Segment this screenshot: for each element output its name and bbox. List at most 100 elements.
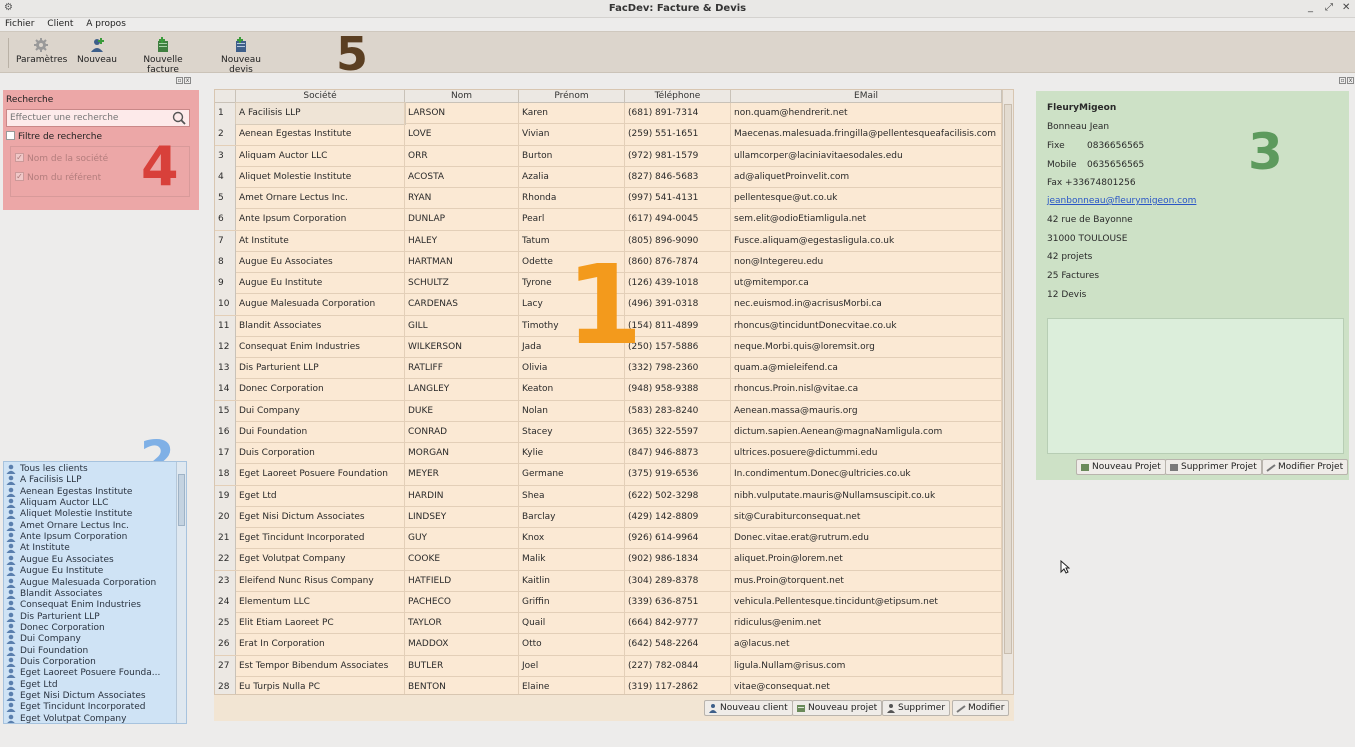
row-number: 1 — [215, 103, 236, 124]
settings-button[interactable]: Paramètres — [16, 37, 67, 65]
client-list-item[interactable]: Augue Malesuada Corporation — [6, 578, 156, 588]
client-list-item[interactable]: Eget Tincidunt Incorporated — [6, 702, 145, 713]
table-row[interactable]: 2 Aenean Egestas Institute LOVE Vivian (259)… — [215, 124, 1002, 146]
client-list-item[interactable]: Blandit Associates — [6, 589, 102, 599]
table-cell: CARDENAS — [405, 294, 519, 316]
table-row[interactable]: 28 Eu Turpis Nulla PC BENTON Elaine (319) 11… — [215, 676, 1002, 694]
client-list-item[interactable]: Dui Foundation — [6, 646, 88, 656]
new-client-action-button[interactable]: Nouveau client — [704, 700, 793, 716]
client-list-item[interactable]: Consequat Enim Industries — [6, 600, 141, 611]
client-list-item[interactable]: Eget Laoreet Posuere Founda... — [6, 668, 160, 679]
table-cell: ORR — [405, 145, 519, 167]
client-list-item[interactable]: A Facilisis LLP — [6, 475, 82, 486]
user-icon — [6, 646, 16, 656]
filter-company-option[interactable]: ✓ Nom de la société — [15, 153, 108, 164]
table-row[interactable]: 25 Elit Etiam Laoreet PC TAYLOR Quail (664) … — [215, 613, 1002, 635]
minimize-icon[interactable]: _ — [1308, 2, 1313, 13]
row-number: 18 — [215, 464, 236, 486]
table-cell: (583) 283-8240 — [625, 400, 731, 422]
table-row[interactable]: 19 Eget Ltd HARDIN Shea (622) 502-3298 nibh.v… — [215, 485, 1002, 507]
column-header[interactable]: Nom — [405, 90, 519, 103]
table-row[interactable]: 21 Eget Tincidunt Incorporated GUY Knox (926… — [215, 528, 1002, 550]
client-list-scrollbar[interactable] — [176, 462, 186, 723]
client-name: Consequat Enim Industries — [20, 600, 141, 611]
table-cell: ligula.Nullam@risus.com — [731, 655, 1002, 677]
client-list-item[interactable]: Amet Ornare Lectus Inc. — [6, 521, 129, 531]
table-row[interactable]: 5 Amet Ornare Lectus Inc. RYAN Rhonda (997) … — [215, 188, 1002, 210]
table-row[interactable]: 26 Erat In Corporation MADDOX Otto (642) 548… — [215, 634, 1002, 656]
filter-referent-option[interactable]: ✓ Nom du référent — [15, 172, 101, 183]
table-cell: Nolan — [519, 400, 625, 422]
search-input[interactable] — [10, 111, 170, 125]
scrollbar-thumb[interactable] — [178, 474, 185, 526]
table-row[interactable]: 1A Facilisis LLP LARSON Karen (681) 891-731… — [215, 102, 1002, 125]
table-cell: rhoncus@tinciduntDonecvitae.co.uk — [731, 315, 1002, 337]
new-project-button[interactable]: Nouveau projet — [792, 700, 883, 716]
new-client-button[interactable]: Nouveau — [76, 37, 118, 65]
edit-button[interactable]: Modifier — [952, 700, 1010, 716]
new-quote-button[interactable]: Nouveau devis — [208, 37, 274, 75]
client-list-item[interactable]: Augue Eu Associates — [6, 554, 114, 565]
table-cell: nibh.vulputate.mauris@Nullamsuscipit.co.… — [731, 485, 1002, 507]
new-invoice-button[interactable]: Nouvelle facture — [127, 37, 199, 75]
client-list-all[interactable]: Tous les clients — [6, 464, 88, 474]
close-icon[interactable]: ✕ — [1342, 2, 1350, 13]
menu-client[interactable]: Client — [47, 18, 73, 31]
left-dock-controls[interactable]: ▫ x — [175, 76, 191, 84]
column-header[interactable]: EMail — [731, 90, 1002, 103]
client-list-item[interactable]: Dis Parturient LLP — [6, 612, 100, 622]
table-scrollbar[interactable] — [1002, 90, 1013, 694]
table-row[interactable]: 24 Elementum LLC PACHECO Griffin (339) 636-8… — [215, 591, 1002, 614]
row-number: 24 — [215, 591, 236, 613]
client-list-item[interactable]: Eget Ltd — [6, 680, 58, 690]
table-row[interactable]: 3 Aliquam Auctor LLC ORR Burton (972) 981-15… — [215, 145, 1002, 167]
client-list-item[interactable]: At Institute — [6, 543, 70, 554]
table-row[interactable]: 6 Ante Ipsum Corporation DUNLAP Pearl (617) … — [215, 209, 1002, 231]
column-header[interactable]: Téléphone — [625, 90, 731, 103]
delete-button[interactable]: Supprimer — [882, 700, 951, 716]
project-list-area[interactable] — [1047, 318, 1344, 454]
table-cell: Kylie — [519, 443, 625, 464]
client-list-item[interactable]: Augue Eu Institute — [6, 566, 103, 577]
table-cell: Elaine — [519, 676, 625, 694]
client-name: Augue Eu Associates — [20, 554, 114, 565]
table-row[interactable]: 17 Duis Corporation MORGAN Kylie (847) 946-8… — [215, 443, 1002, 465]
maximize-icon[interactable]: ⤢ — [1325, 2, 1333, 13]
detail-email-link[interactable]: jeanbonneau@fleurymigeon.com — [1047, 196, 1196, 206]
scrollbar-thumb[interactable] — [1004, 104, 1012, 654]
table-row[interactable]: 27 Est Tempor Bibendum Associates BUTLER Jo… — [215, 655, 1002, 677]
client-list-item[interactable]: Duis Corporation — [6, 657, 96, 667]
new-project-detail-button[interactable]: Nouveau Projet — [1076, 459, 1166, 475]
table-row[interactable]: 4 Aliquet Molestie Institute ACOSTA Azalia(… — [215, 166, 1002, 189]
table-cell: Barclay — [519, 506, 625, 528]
client-list-item[interactable]: Eget Volutpat Company — [7, 714, 126, 723]
search-icon[interactable] — [171, 111, 187, 126]
client-list-item[interactable]: Aliquam Auctor LLC — [6, 498, 108, 509]
client-list-item[interactable]: Donec Corporation — [6, 623, 105, 633]
annotation-3: 3 — [1248, 123, 1283, 181]
table-row[interactable]: 20 Eget Nisi Dictum Associates LINDSEY Barc… — [215, 506, 1002, 529]
column-header[interactable]: Société — [236, 90, 405, 103]
table-cell: COOKE — [405, 549, 519, 571]
table-row[interactable]: 23 Eleifend Nunc Risus Company HATFIELD Kai… — [215, 570, 1002, 592]
client-list-item[interactable]: Eget Nisi Dictum Associates — [6, 691, 146, 701]
client-list-item[interactable]: Aliquet Molestie Institute — [6, 509, 132, 520]
table-row[interactable]: 22 Eget Volutpat Company COOKE Malik (902) 9… — [215, 549, 1002, 571]
delete-project-button[interactable]: Supprimer Projet — [1165, 459, 1262, 475]
toolbar-grip[interactable] — [8, 38, 10, 68]
table-row[interactable]: 15 Dui Company DUKE Nolan (583) 283-8240 Aene… — [215, 400, 1002, 422]
client-list-item[interactable]: Ante Ipsum Corporation — [6, 532, 127, 543]
table-row[interactable]: 16 Dui Foundation CONRAD Stacey (365) 322-55… — [215, 421, 1002, 444]
menu-fichier[interactable]: Fichier — [5, 18, 34, 31]
edit-project-button[interactable]: Modifier Projet — [1262, 459, 1349, 475]
right-dock-controls[interactable]: ▫ x — [1338, 76, 1354, 84]
table-row[interactable]: 18 Eget Laoreet Posuere Foundation MEYER Ge… — [215, 464, 1002, 486]
client-list-item[interactable]: Dui Company — [6, 634, 81, 645]
table-row[interactable]: 14 Donec Corporation LANGLEY Keaton (948) 95… — [215, 379, 1002, 401]
filter-checkbox[interactable] — [6, 131, 15, 140]
filter-checkbox-row[interactable]: Filtre de recherche — [6, 131, 102, 142]
column-header[interactable]: Prénom — [519, 90, 625, 103]
menu-a-propos[interactable]: A propos — [86, 18, 126, 31]
client-list-item[interactable]: Aenean Egestas Institute — [6, 487, 132, 497]
row-number: 15 — [215, 400, 236, 422]
